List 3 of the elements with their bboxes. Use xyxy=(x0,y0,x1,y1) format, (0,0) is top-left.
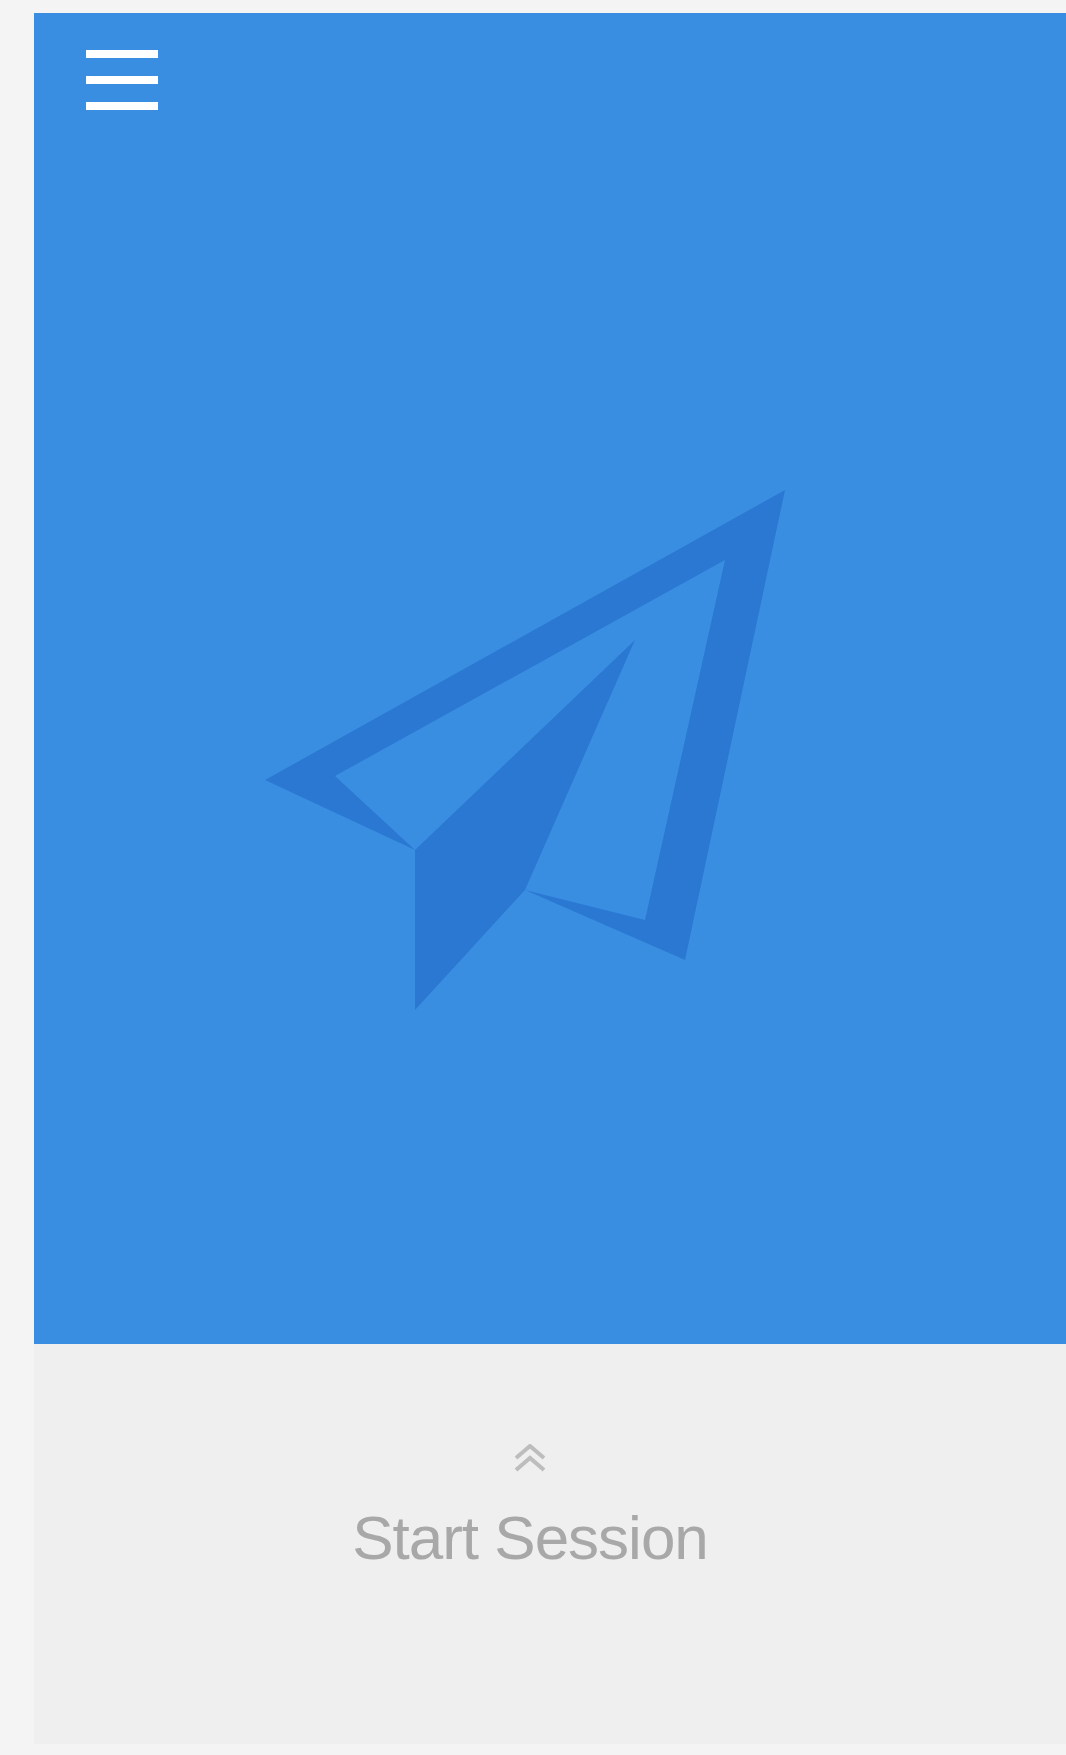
menu-icon[interactable] xyxy=(86,50,158,110)
chevron-up-icon xyxy=(512,1444,548,1472)
start-session-button[interactable]: Start Session xyxy=(352,1444,708,1573)
